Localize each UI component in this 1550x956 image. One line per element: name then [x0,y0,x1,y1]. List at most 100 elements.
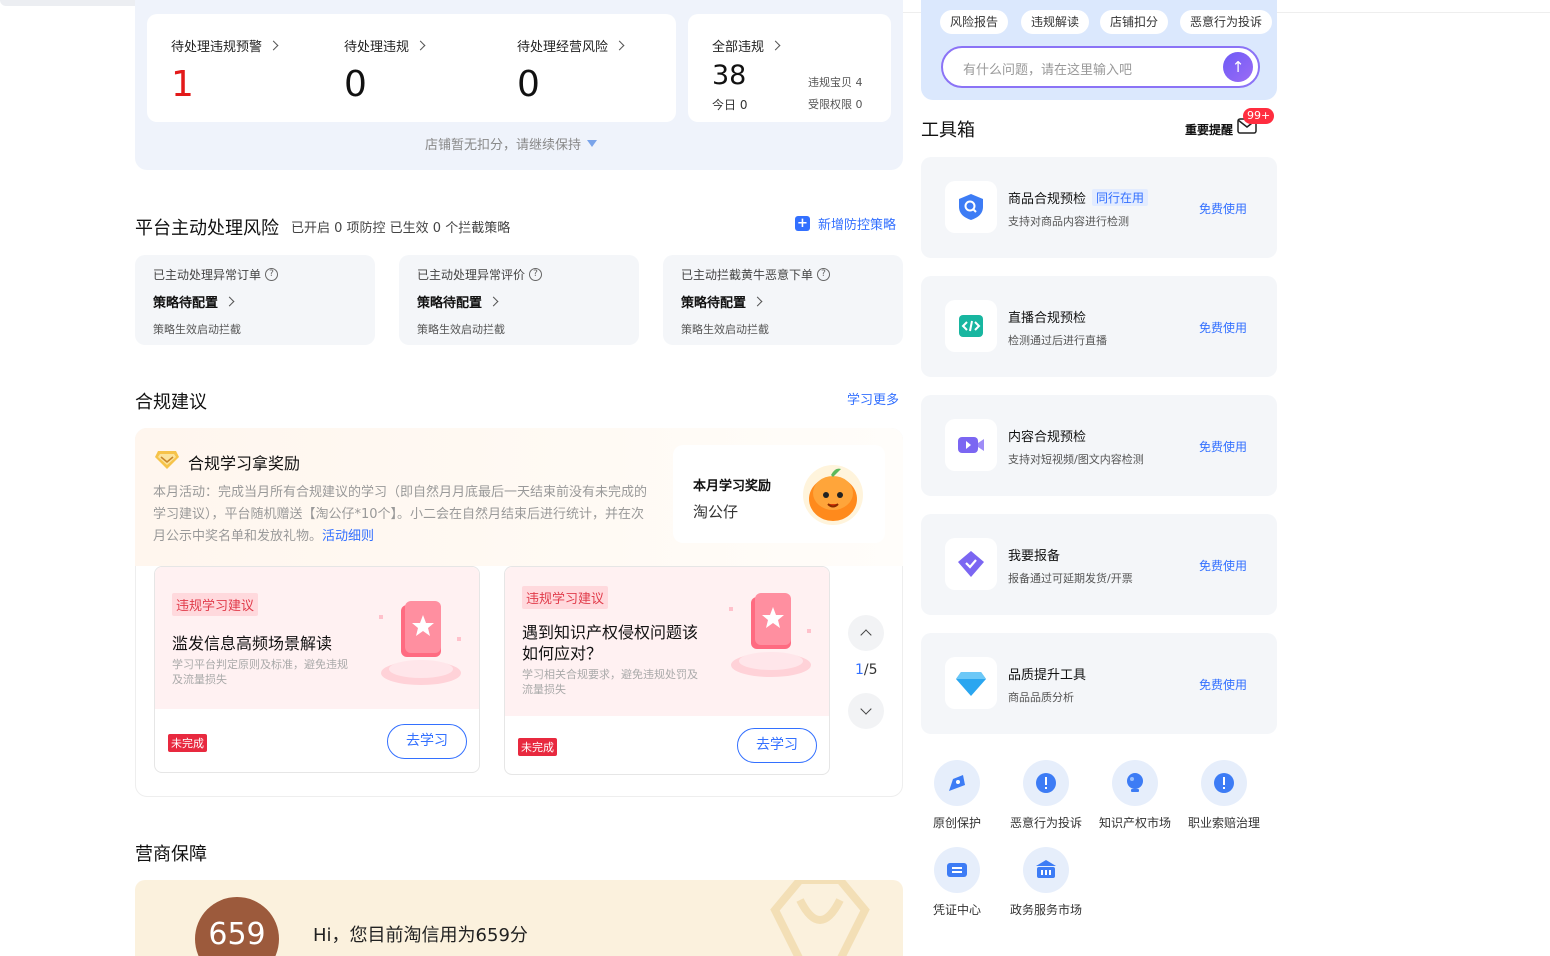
quick-ip-market[interactable]: 知识产权市场 [1089,760,1181,831]
no-deduction-toggle[interactable]: 店铺暂无扣分，请继续保持 [425,134,598,153]
chip-violation-explain[interactable]: 违规解读 [1021,10,1090,34]
chevron-right-icon [268,40,279,51]
tool-name: 我要报备 [1008,549,1061,564]
quick-voucher[interactable]: 凭证中心 [911,847,1003,918]
chevron-right-icon [614,40,625,51]
no-deduction-text: 店铺暂无扣分，请继续保持 [425,138,582,153]
quick-label: 原创保护 [932,816,981,830]
chevron-right-icon [770,40,781,51]
risk-card-title: 已主动处理异常评价 [417,268,526,282]
chevron-right-icon [224,296,235,307]
quick-label: 职业索赔治理 [1187,816,1260,830]
today-violations: 今日 0 [712,98,748,112]
quick-claim[interactable]: 职业索赔治理 [1178,760,1270,831]
free-use-link[interactable]: 免费使用 [1199,438,1247,455]
learn-card-2[interactable]: 违规学习建议 遇到知识产权侵权问题该如何应对？ 学习相关合规要求，避免违规处罚及… [504,566,830,775]
pending-risk-label: 待处理经营风险 [517,40,609,55]
tool-name: 内容合规预检 [1008,430,1087,445]
guarantee-section-title: 营商保障 [135,844,207,865]
shield-search-icon [945,181,997,233]
tool-report-filing[interactable]: 我要报备 报备通过可延期发货/开票 免费使用 [921,514,1277,615]
check-badge-icon [945,538,997,590]
status-badge: 未完成 [168,734,207,752]
pager-up-button[interactable] [848,615,884,651]
quick-original-protect[interactable]: 原创保护 [911,760,1003,831]
risk-card-orders[interactable]: 已主动处理异常订单? 策略待配置 策略生效启动拦截 [135,255,375,345]
tool-desc: 支持对短视频/图文内容检测 [1008,453,1144,466]
restricted-permissions: 受限权限 0 [808,98,863,111]
chip-store-deduction[interactable]: 店铺扣分 [1100,10,1169,34]
original-protect-icon [934,760,980,806]
tool-desc: 商品品质分析 [1008,691,1074,704]
risk-section-title: 平台主动处理风险 [135,218,279,239]
quick-gov-service[interactable]: 政务服务市场 [1000,847,1092,918]
tool-desc: 检测通过后进行直播 [1008,334,1107,347]
notice-count-badge: 99+ [1243,108,1275,124]
help-icon[interactable]: ? [265,268,279,281]
pager-total: /5 [863,662,878,678]
advice-section-title: 合规建议 [135,392,207,413]
credit-decoration-icon [770,880,870,956]
risk-subtitle: 已开启 0 项防控 已生效 0 个拦截策略 [291,221,511,236]
quick-label: 恶意行为投诉 [1009,816,1082,830]
all-violations-label: 全部违规 [712,40,765,55]
go-learn-button[interactable]: 去学习 [737,728,817,763]
chevron-right-icon [488,296,499,307]
free-use-link[interactable]: 免费使用 [1199,319,1247,336]
tool-tag: 同行在用 [1092,189,1149,206]
free-use-link[interactable]: 免费使用 [1199,676,1247,693]
free-use-link[interactable]: 免费使用 [1199,200,1247,217]
learn-more-link[interactable]: 学习更多 [847,389,899,408]
book-star-icon [729,593,811,677]
important-notice-link[interactable]: 重要提醒 [1185,121,1233,138]
free-use-link[interactable]: 免费使用 [1199,557,1247,574]
plus-icon: + [795,216,810,231]
chevron-right-icon [415,40,426,51]
learn-card-1[interactable]: 违规学习建议 滥发信息高频场景解读 学习平台判定原则及标准，避免违规及流量损失 … [154,566,480,773]
risk-card-status: 策略待配置 [681,296,747,311]
pending-warning[interactable]: 待处理违规预警 1 [171,36,279,105]
monthly-reward-box: 本月学习奖励 淘公仔 [673,445,885,543]
send-arrow-icon[interactable]: ↑ [1223,52,1253,82]
complaint-icon [1023,760,1069,806]
quick-complaint[interactable]: 恶意行为投诉 [1000,760,1092,831]
go-learn-button[interactable]: 去学习 [387,724,467,759]
credit-panel: 659 Hi，您目前淘信用为659分 [135,880,903,956]
learn-card-tag: 违规学习建议 [172,593,259,616]
assistant-input[interactable]: 有什么问题，请在这里输入吧 ↑ [941,46,1260,88]
learn-card-title: 滥发信息高频场景解读 [172,634,333,653]
reward-description: 本月活动：完成当月所有合规建议的学习（即自然月月底最后一天结束前没有未完成的学习… [153,482,653,548]
pending-violation[interactable]: 待处理违规 0 [344,36,426,103]
pager-down-button[interactable] [848,693,884,729]
tool-product-check[interactable]: 商品合规预检 同行在用 支持对商品内容进行检测 免费使用 [921,157,1277,258]
ip-market-icon [1112,760,1158,806]
tool-content-check[interactable]: 内容合规预检 支持对短视频/图文内容检测 免费使用 [921,395,1277,496]
add-strategy-button[interactable]: + 新增防控策略 [795,214,896,233]
chip-risk-report[interactable]: 风险报告 [940,10,1009,34]
all-violations-card[interactable]: 全部违规 38 今日 0 违规宝贝 4 受限权限 0 [688,14,891,122]
quick-label: 凭证中心 [932,903,981,917]
learn-card-tag: 违规学习建议 [522,586,609,609]
credit-score: 659 [195,897,279,956]
book-star-icon [379,601,461,685]
help-icon[interactable]: ? [529,268,543,281]
mascot-icon [803,465,863,525]
risk-card-title: 已主动拦截黄牛恶意下单 [681,268,814,282]
pending-violation-label: 待处理违规 [344,40,410,55]
risk-card-note: 策略生效启动拦截 [681,323,769,336]
chevron-down-icon [860,703,872,715]
pending-risk[interactable]: 待处理经营风险 0 [517,36,625,103]
tool-desc: 报备通过可延期发货/开票 [1008,572,1133,585]
tool-quality[interactable]: 品质提升工具 商品品质分析 免费使用 [921,633,1277,734]
risk-card-scalpers[interactable]: 已主动拦截黄牛恶意下单? 策略待配置 策略生效启动拦截 [663,255,903,345]
violated-items: 违规宝贝 4 [808,76,863,89]
pager-current: 1 [855,662,864,678]
activity-rules-link[interactable]: 活动细则 [322,529,374,544]
help-icon[interactable]: ? [817,268,831,281]
monthly-reward-value: 淘公仔 [693,503,739,521]
risk-card-reviews[interactable]: 已主动处理异常评价? 策略待配置 策略生效启动拦截 [399,255,639,345]
pending-warning-count: 1 [171,64,194,105]
risk-card-note: 策略生效启动拦截 [417,323,505,336]
chip-malicious-complaint[interactable]: 恶意行为投诉 [1180,10,1273,34]
tool-live-check[interactable]: 直播合规预检 检测通过后进行直播 免费使用 [921,276,1277,377]
